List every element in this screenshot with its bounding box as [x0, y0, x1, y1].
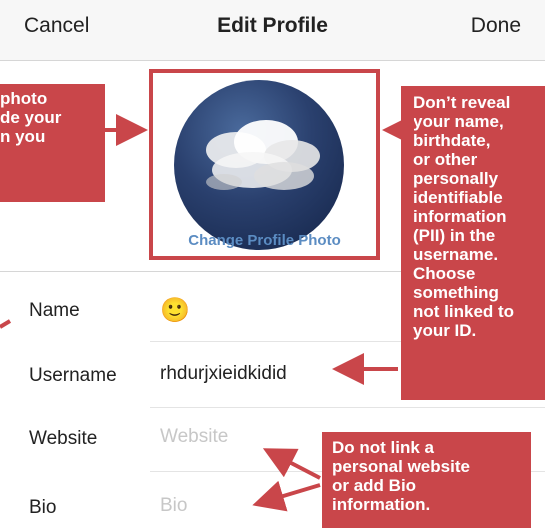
callout-line: n you	[0, 127, 46, 146]
callout-line: Don’t reveal	[413, 93, 511, 112]
callout-line: photo	[0, 89, 48, 108]
callout-line: birthdate,	[413, 131, 491, 150]
website-field[interactable]: Website	[160, 426, 228, 448]
name-label: Name	[29, 300, 80, 321]
username-field[interactable]: rhdurjxieidkidid	[160, 363, 287, 385]
page-title: Edit Profile	[217, 14, 328, 37]
done-button[interactable]: Done	[471, 14, 521, 38]
callout-line: your name,	[413, 112, 504, 131]
callout-line: Do not link a	[332, 438, 434, 457]
username-label: Username	[29, 365, 117, 386]
callout-line: identifiable	[413, 188, 503, 207]
callout-line: your ID.	[413, 321, 477, 340]
name-field[interactable]: 🙂	[160, 296, 190, 325]
website-label: Website	[29, 428, 98, 449]
callout-line: (PII) in the	[413, 226, 496, 245]
callout-line: Choose	[413, 264, 476, 283]
callout-line: username.	[413, 245, 499, 264]
divider	[150, 407, 545, 408]
callout-line: de your	[0, 108, 62, 127]
callout-line: or other	[413, 150, 478, 169]
bio-label: Bio	[29, 497, 57, 518]
callout-line: personally	[413, 169, 499, 188]
username-callout: Don’t reveal your name, birthdate, or ot…	[401, 86, 545, 400]
callout-line: something	[413, 283, 499, 302]
website-bio-callout: Do not link a personal website or add Bi…	[322, 432, 531, 528]
nav-bar: Cancel Edit Profile Done	[0, 0, 545, 61]
callout-line: information	[413, 207, 507, 226]
callout-line: not linked to	[413, 302, 515, 321]
change-profile-photo-link[interactable]: Change Profile Photo	[149, 232, 380, 249]
callout-line: information.	[332, 495, 431, 514]
callout-line: personal website	[332, 457, 470, 476]
photo-callout: photo de your n you	[0, 84, 105, 202]
callout-line: or add Bio	[332, 476, 417, 495]
bio-field[interactable]: Bio	[160, 495, 187, 517]
